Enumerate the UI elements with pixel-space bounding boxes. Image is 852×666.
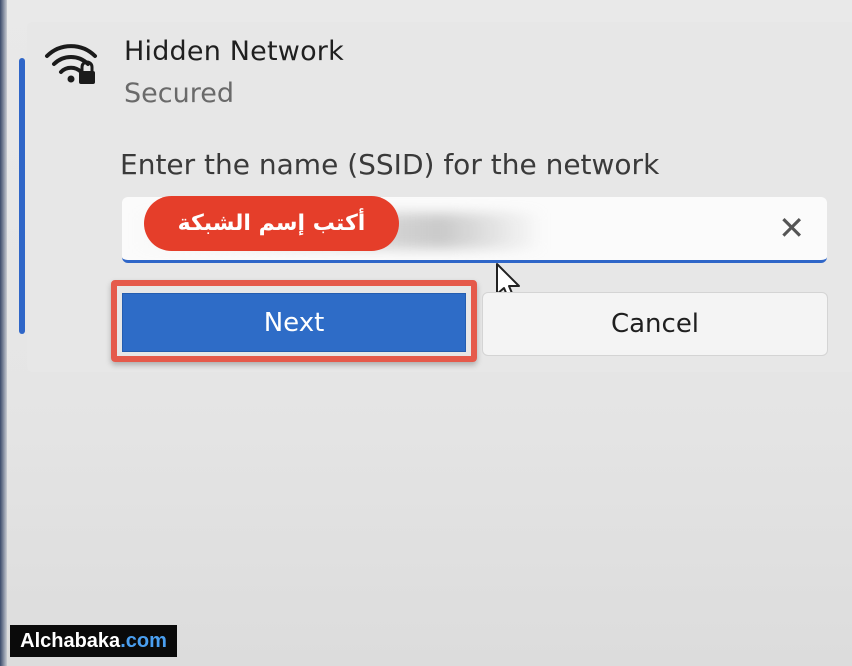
window-edge [0, 0, 7, 666]
cancel-button[interactable]: Cancel [482, 292, 828, 356]
network-status: Secured [124, 78, 234, 109]
hint-annotation: أكتب إسم الشبكة [144, 196, 399, 251]
network-name: Hidden Network [124, 36, 344, 67]
ssid-label: Enter the name (SSID) for the network [120, 148, 660, 181]
wifi-panel: Hidden Network Secured Enter the name (S… [7, 0, 852, 666]
wifi-secured-icon [45, 44, 97, 84]
watermark-suffix: .com [120, 629, 167, 652]
next-button[interactable]: Next [122, 293, 466, 352]
selection-indicator [19, 58, 25, 334]
watermark: Alchabaka .com [10, 625, 177, 657]
watermark-brand: Alchabaka [20, 629, 121, 652]
clear-icon[interactable]: ✕ [778, 209, 805, 247]
